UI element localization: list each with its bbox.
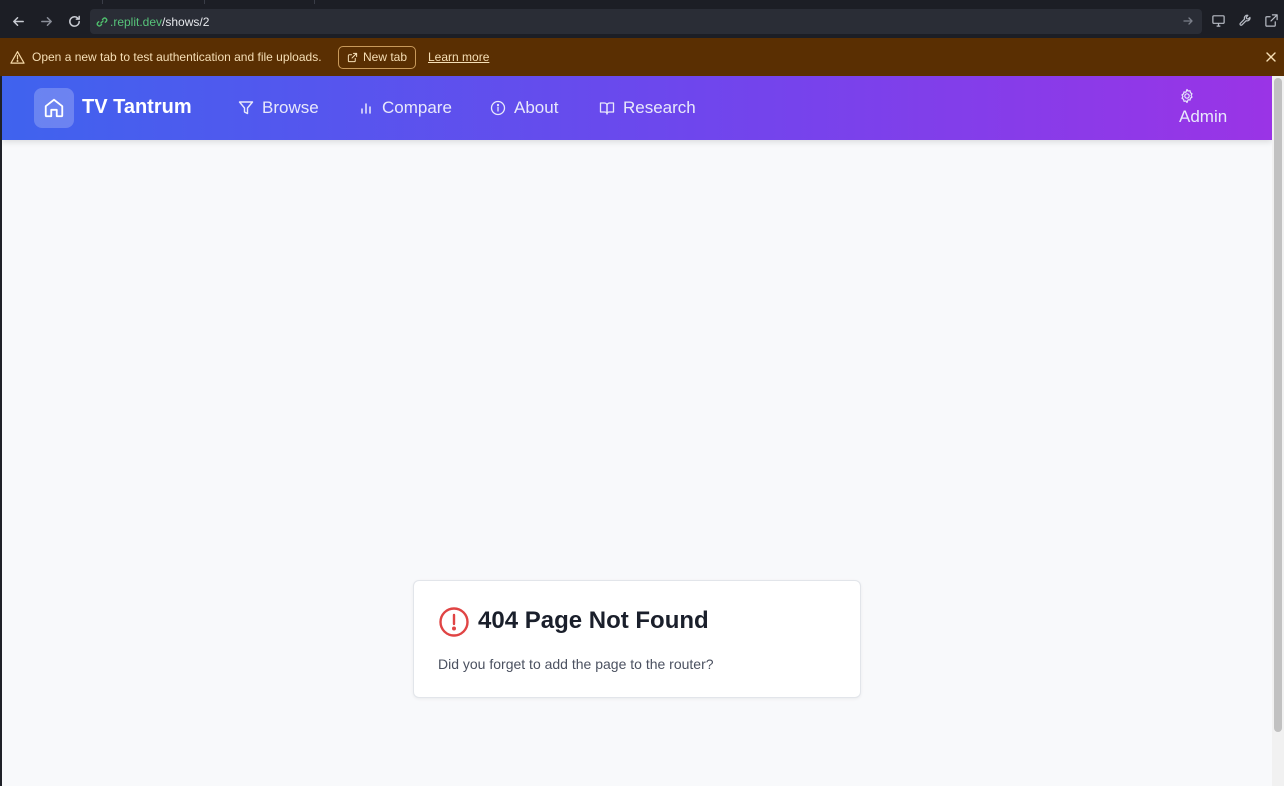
nav-research-label: Research xyxy=(623,98,696,117)
url-text: .replit.dev/shows/2 xyxy=(110,15,209,29)
forward-button[interactable] xyxy=(36,11,56,31)
admin-button[interactable]: Admin xyxy=(1172,88,1234,128)
reload-icon xyxy=(68,15,80,27)
page-scrollbar[interactable] xyxy=(1272,76,1284,786)
info-icon xyxy=(490,100,506,116)
error-message: Did you forget to add the page to the ro… xyxy=(438,656,714,672)
learn-more-link[interactable]: Learn more xyxy=(428,50,489,64)
open-external-icon[interactable] xyxy=(1264,13,1280,29)
bar-chart-icon xyxy=(358,100,374,116)
page-title: 404 Page Not Found xyxy=(478,607,709,634)
brand-title[interactable]: TV Tantrum xyxy=(82,96,192,119)
external-link-icon xyxy=(347,52,358,63)
site-header: TV Tantrum Browse Compare About Research xyxy=(2,76,1272,140)
nav-compare-label: Compare xyxy=(382,98,452,117)
banner-message: Open a new tab to test authentication an… xyxy=(32,50,322,64)
devices-icon[interactable] xyxy=(1211,13,1227,29)
app-viewport: TV Tantrum Browse Compare About Research xyxy=(2,76,1272,786)
warning-icon xyxy=(10,50,25,65)
scrollbar-thumb[interactable] xyxy=(1274,78,1282,732)
nav-browse[interactable]: Browse xyxy=(238,98,319,118)
reload-button[interactable] xyxy=(64,11,84,31)
filter-icon xyxy=(238,100,254,116)
gear-icon xyxy=(1179,88,1195,104)
new-tab-button[interactable]: New tab xyxy=(338,46,417,69)
go-arrow-icon[interactable] xyxy=(1182,15,1194,27)
url-path: /shows/2 xyxy=(162,14,210,29)
browser-toolbar: .replit.dev/shows/2 xyxy=(0,4,1284,38)
nav-about[interactable]: About xyxy=(490,98,558,118)
url-host: .replit.dev xyxy=(110,14,163,29)
nav-browse-label: Browse xyxy=(262,98,319,117)
nav-about-label: About xyxy=(514,98,559,117)
nav-research[interactable]: Research xyxy=(599,98,696,118)
close-icon[interactable] xyxy=(1264,50,1278,64)
back-button[interactable] xyxy=(8,11,28,31)
auth-warning-banner: Open a new tab to test authentication an… xyxy=(0,38,1284,76)
home-logo-button[interactable] xyxy=(34,88,74,128)
arrow-right-icon xyxy=(40,16,52,26)
not-found-card: 404 Page Not Found Did you forget to add… xyxy=(413,580,861,698)
link-icon xyxy=(96,16,108,28)
book-open-icon xyxy=(599,100,615,116)
address-bar[interactable]: .replit.dev/shows/2 xyxy=(90,9,1202,34)
wrench-icon[interactable] xyxy=(1238,13,1254,29)
admin-label: Admin xyxy=(1179,107,1228,126)
nav-compare[interactable]: Compare xyxy=(358,98,452,118)
new-tab-label: New tab xyxy=(363,50,408,64)
arrow-left-icon xyxy=(12,16,24,26)
home-icon xyxy=(44,98,64,118)
alert-circle-icon xyxy=(438,606,470,638)
